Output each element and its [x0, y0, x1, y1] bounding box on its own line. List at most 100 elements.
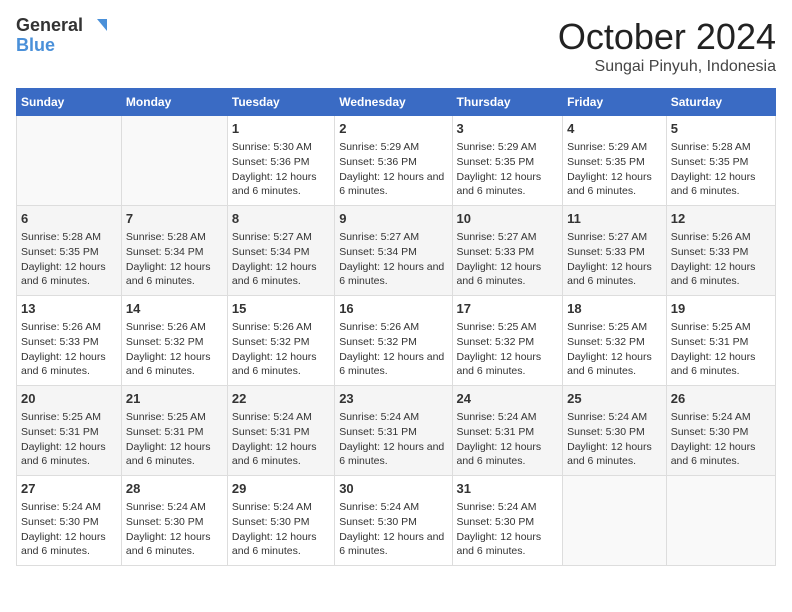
week-row-1: 1Sunrise: 5:30 AMSunset: 5:36 PMDaylight… — [17, 116, 776, 206]
sunrise-text: Sunrise: 5:24 AM — [339, 501, 419, 513]
day-number: 15 — [232, 300, 330, 318]
sunrise-text: Sunrise: 5:30 AM — [232, 141, 312, 153]
day-number: 25 — [567, 390, 662, 408]
calendar-cell: 12Sunrise: 5:26 AMSunset: 5:33 PMDayligh… — [666, 206, 775, 296]
calendar-cell: 29Sunrise: 5:24 AMSunset: 5:30 PMDayligh… — [227, 476, 334, 566]
day-number: 20 — [21, 390, 117, 408]
week-row-5: 27 Sunrise: 5:24 AM Sunset: 5:30 PM Dayligh… — [17, 476, 776, 566]
sunset-text: Sunset: 5:30 PM — [232, 516, 310, 528]
calendar-cell: 18Sunrise: 5:25 AMSunset: 5:32 PMDayligh… — [563, 296, 667, 386]
daylight-text: Daylight: 12 hours and 6 minutes. — [21, 261, 106, 288]
daylight-text: Daylight: 12 hours and 6 minutes. — [567, 351, 652, 378]
calendar-cell: 17Sunrise: 5:25 AMSunset: 5:32 PMDayligh… — [452, 296, 563, 386]
daylight-text: Daylight: 12 hours and 6 minutes. — [457, 351, 542, 378]
day-number: 31 — [457, 480, 559, 498]
sunset-text: Sunset: 5:32 PM — [457, 336, 535, 348]
day-number: 13 — [21, 300, 117, 318]
calendar-cell — [17, 116, 122, 206]
sunset-text: Sunset: 5:33 PM — [21, 336, 99, 348]
calendar-cell: 23Sunrise: 5:24 AMSunset: 5:31 PMDayligh… — [335, 386, 452, 476]
sunrise-text: Sunrise: 5:24 AM — [671, 411, 751, 423]
sunrise-text: Sunrise: 5:26 AM — [339, 321, 419, 333]
calendar-cell: 8Sunrise: 5:27 AMSunset: 5:34 PMDaylight… — [227, 206, 334, 296]
calendar-cell — [563, 476, 667, 566]
sunrise-text: Sunrise: 5:24 AM — [21, 501, 101, 513]
header-thursday: Thursday — [452, 89, 563, 116]
daylight-text: Daylight: 12 hours and 6 minutes. — [671, 441, 756, 468]
logo-bird-icon — [85, 17, 107, 35]
sunrise-text: Sunrise: 5:27 AM — [567, 231, 647, 243]
daylight-text: Daylight: 12 hours and 6 minutes. — [21, 441, 106, 468]
sunset-text: Sunset: 5:31 PM — [457, 426, 535, 438]
calendar-cell: 5Sunrise: 5:28 AMSunset: 5:35 PMDaylight… — [666, 116, 775, 206]
daylight-text: Daylight: 12 hours and 6 minutes. — [232, 351, 317, 378]
calendar-cell: 14Sunrise: 5:26 AMSunset: 5:32 PMDayligh… — [121, 296, 227, 386]
daylight-text: Daylight: 12 hours and 6 minutes. — [232, 441, 317, 468]
daylight-text: Daylight: 12 hours and 6 minutes. — [339, 531, 444, 558]
sunrise-text: Sunrise: 5:25 AM — [126, 411, 206, 423]
sunset-text: Sunset: 5:34 PM — [126, 246, 204, 258]
day-number: 16 — [339, 300, 447, 318]
sunrise-text: Sunrise: 5:24 AM — [232, 411, 312, 423]
daylight-text: Daylight: 12 hours and 6 minutes. — [339, 261, 444, 288]
calendar-cell: 6 Sunrise: 5:28 AM Sunset: 5:35 PM Daylight… — [17, 206, 122, 296]
day-number: 7 — [126, 210, 223, 228]
sunrise-text: Sunrise: 5:24 AM — [567, 411, 647, 423]
calendar-cell: 30Sunrise: 5:24 AMSunset: 5:30 PMDayligh… — [335, 476, 452, 566]
sunset-text: Sunset: 5:30 PM — [567, 426, 645, 438]
sunrise-text: Sunrise: 5:25 AM — [457, 321, 537, 333]
day-number: 30 — [339, 480, 447, 498]
sunset-text: Sunset: 5:32 PM — [232, 336, 310, 348]
week-row-3: 13 Sunrise: 5:26 AM Sunset: 5:33 PM Dayligh… — [17, 296, 776, 386]
calendar-cell: 22Sunrise: 5:24 AMSunset: 5:31 PMDayligh… — [227, 386, 334, 476]
calendar-cell: 15 Sunrise: 5:26 AM Sunset: 5:32 PM Dayligh… — [227, 296, 334, 386]
title-block: October 2024 Sungai Pinyuh, Indonesia — [558, 16, 776, 76]
sunset-text: Sunset: 5:33 PM — [567, 246, 645, 258]
sunset-text: Sunset: 5:31 PM — [232, 426, 310, 438]
month-title: October 2024 — [558, 16, 776, 58]
sunset-text: Sunset: 5:34 PM — [339, 246, 417, 258]
sunrise-text: Sunrise: 5:28 AM — [21, 231, 101, 243]
daylight-text: Daylight: 12 hours and 6 minutes. — [126, 531, 211, 558]
daylight-text: Daylight: 12 hours and 6 minutes. — [671, 351, 756, 378]
sunset-text: Sunset: 5:35 PM — [21, 246, 99, 258]
header-row: SundayMondayTuesdayWednesdayThursdayFrid… — [17, 89, 776, 116]
day-number: 6 — [21, 210, 117, 228]
daylight-text: Daylight: 12 hours and 6 minutes. — [567, 261, 652, 288]
day-number: 12 — [671, 210, 771, 228]
daylight-text: Daylight: 12 hours and 6 minutes. — [671, 261, 756, 288]
calendar-cell: 3Sunrise: 5:29 AMSunset: 5:35 PMDaylight… — [452, 116, 563, 206]
sunset-text: Sunset: 5:36 PM — [339, 156, 417, 168]
day-number: 29 — [232, 480, 330, 498]
sunrise-text: Sunrise: 5:26 AM — [126, 321, 206, 333]
sunset-text: Sunset: 5:32 PM — [339, 336, 417, 348]
calendar-cell: 24Sunrise: 5:24 AMSunset: 5:31 PMDayligh… — [452, 386, 563, 476]
daylight-text: Daylight: 12 hours and 6 minutes. — [232, 171, 317, 198]
sunrise-text: Sunrise: 5:26 AM — [671, 231, 751, 243]
daylight-text: Daylight: 12 hours and 6 minutes. — [567, 441, 652, 468]
sunrise-text: Sunrise: 5:29 AM — [339, 141, 419, 153]
header-tuesday: Tuesday — [227, 89, 334, 116]
sunrise-text: Sunrise: 5:26 AM — [232, 321, 312, 333]
day-number: 9 — [339, 210, 447, 228]
day-number: 21 — [126, 390, 223, 408]
logo-text-general: General — [16, 16, 83, 36]
daylight-text: Daylight: 12 hours and 6 minutes. — [126, 261, 211, 288]
calendar-cell: 11 Sunrise: 5:27 AM Sunset: 5:33 PM Dayligh… — [563, 206, 667, 296]
sunset-text: Sunset: 5:36 PM — [232, 156, 310, 168]
daylight-text: Daylight: 12 hours and 6 minutes. — [339, 351, 444, 378]
calendar-cell: 19Sunrise: 5:25 AMSunset: 5:31 PMDayligh… — [666, 296, 775, 386]
daylight-text: Daylight: 12 hours and 6 minutes. — [457, 261, 542, 288]
day-number: 27 — [21, 480, 117, 498]
sunset-text: Sunset: 5:32 PM — [126, 336, 204, 348]
sunrise-text: Sunrise: 5:25 AM — [21, 411, 101, 423]
day-number: 2 — [339, 120, 447, 138]
calendar-cell: 13Sunrise: 5:26 AMSunset: 5:33 PMDayligh… — [17, 296, 122, 386]
calendar-cell: 25 Sunrise: 5:24 AM Sunset: 5:30 PM Dayligh… — [563, 386, 667, 476]
location: Sungai Pinyuh, Indonesia — [558, 58, 776, 76]
sunrise-text: Sunrise: 5:28 AM — [126, 231, 206, 243]
calendar-cell: 28Sunrise: 5:24 AMSunset: 5:30 PMDayligh… — [121, 476, 227, 566]
day-number: 11 — [567, 210, 662, 228]
calendar-cell: 31Sunrise: 5:24 AMSunset: 5:30 PMDayligh… — [452, 476, 563, 566]
calendar-cell: 4Sunrise: 5:29 AMSunset: 5:35 PMDaylight… — [563, 116, 667, 206]
